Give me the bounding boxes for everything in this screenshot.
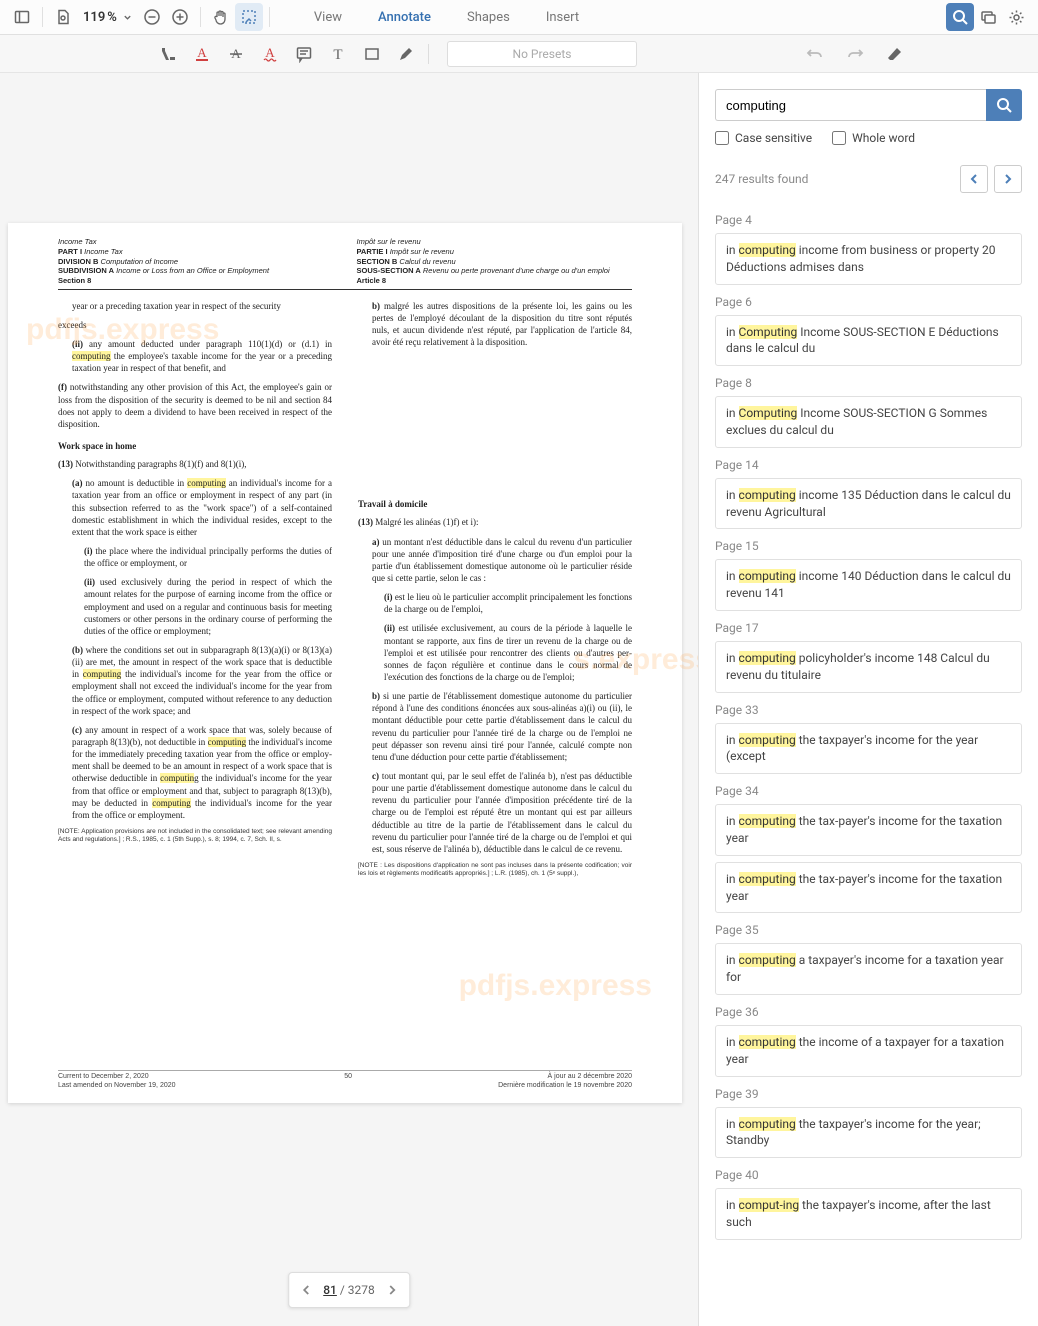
prev-page-icon[interactable] (293, 1275, 319, 1305)
results-count: 247 results found (715, 172, 808, 186)
squiggly-icon[interactable]: A (254, 39, 286, 69)
page-navigator: 81 / 3278 (288, 1272, 410, 1308)
result-page-label: Page 36 (715, 1005, 1022, 1019)
eraser-icon[interactable] (879, 39, 911, 69)
doc-column-french: b) malgré les autres dispositions de la … (358, 300, 632, 885)
search-result-item[interactable]: in Computing Income SOUS-SECTION G Somme… (715, 396, 1022, 448)
svg-text:T: T (333, 47, 342, 63)
search-result-item[interactable]: in comput-ing the taxpayer's income, aft… (715, 1188, 1022, 1240)
search-result-item[interactable]: in computing policyholder's income 148 C… (715, 641, 1022, 693)
text-tool-icon[interactable]: T (322, 39, 354, 69)
tab-insert[interactable]: Insert (528, 4, 597, 31)
tab-shapes[interactable]: Shapes (449, 4, 528, 31)
next-page-icon[interactable] (379, 1275, 405, 1305)
presets-select[interactable]: No Presets (447, 41, 637, 67)
rectangle-tool-icon[interactable] (356, 39, 388, 69)
prev-result-icon[interactable] (960, 165, 988, 193)
tab-view[interactable]: View (296, 4, 360, 31)
result-page-label: Page 35 (715, 923, 1022, 937)
result-page-label: Page 14 (715, 458, 1022, 472)
page-input[interactable]: 81 / 3278 (319, 1283, 379, 1297)
marquee-tool-icon[interactable] (235, 3, 263, 31)
redo-icon[interactable] (839, 39, 871, 69)
strikethrough-icon[interactable]: A (220, 39, 252, 69)
result-page-label: Page 33 (715, 703, 1022, 717)
undo-icon[interactable] (799, 39, 831, 69)
search-result-item[interactable]: in computing the income of a taxpayer fo… (715, 1025, 1022, 1077)
search-result-item[interactable]: in computing income from business or pro… (715, 233, 1022, 285)
text-highlight-icon[interactable] (152, 39, 184, 69)
search-result-item[interactable]: in computing the taxpayer's income for t… (715, 723, 1022, 775)
underline-icon[interactable]: A (186, 39, 218, 69)
tab-annotate[interactable]: Annotate (360, 4, 449, 31)
zoom-in-icon[interactable] (166, 3, 194, 31)
document-viewport[interactable]: pdfjs.express s.express pdfjs.express In… (0, 73, 698, 1326)
search-result-item[interactable]: in computing the tax-payer's income for … (715, 804, 1022, 856)
doc-column-english: year or a preceding taxation year in res… (58, 300, 332, 885)
svg-text:A: A (197, 45, 207, 60)
ink-tool-icon[interactable] (390, 39, 422, 69)
search-icon[interactable] (946, 3, 974, 31)
search-result-item[interactable]: in computing the tax-payer's income for … (715, 862, 1022, 914)
result-page-label: Page 17 (715, 621, 1022, 635)
result-page-label: Page 34 (715, 784, 1022, 798)
settings-gear-icon[interactable] (1002, 3, 1030, 31)
document-icon[interactable] (49, 3, 77, 31)
search-result-item[interactable]: in computing income 135 Déduction dans l… (715, 478, 1022, 530)
comments-panel-icon[interactable] (974, 3, 1002, 31)
search-result-item[interactable]: in computing the taxpayer's income for t… (715, 1107, 1022, 1159)
svg-text:A: A (265, 45, 275, 60)
next-result-icon[interactable] (994, 165, 1022, 193)
pdf-page: pdfjs.express s.express pdfjs.express In… (8, 223, 682, 1103)
result-page-label: Page 6 (715, 295, 1022, 309)
result-page-label: Page 4 (715, 213, 1022, 227)
search-input[interactable] (715, 89, 986, 121)
zoom-value: 119 (83, 10, 105, 25)
zoom-select[interactable]: 119 % (77, 10, 138, 25)
search-panel: Case sensitive Whole word 247 results fo… (698, 73, 1038, 1326)
search-results-list[interactable]: Page 4 in computing income from business … (699, 203, 1038, 1326)
pan-tool-icon[interactable] (207, 3, 235, 31)
result-page-label: Page 15 (715, 539, 1022, 553)
case-sensitive-checkbox[interactable]: Case sensitive (715, 131, 812, 145)
search-submit-icon[interactable] (986, 89, 1022, 121)
watermark: pdfjs.express (459, 969, 652, 1003)
result-page-label: Page 8 (715, 376, 1022, 390)
search-result-item[interactable]: in Computing Income SOUS-SECTION E Déduc… (715, 315, 1022, 367)
search-result-item[interactable]: in computing income 140 Déduction dans l… (715, 559, 1022, 611)
panel-toggle-left-icon[interactable] (8, 3, 36, 31)
search-result-item[interactable]: in computing a taxpayer's income for a t… (715, 943, 1022, 995)
result-page-label: Page 39 (715, 1087, 1022, 1101)
zoom-out-icon[interactable] (138, 3, 166, 31)
whole-word-checkbox[interactable]: Whole word (832, 131, 915, 145)
result-page-label: Page 40 (715, 1168, 1022, 1182)
note-icon[interactable] (288, 39, 320, 69)
